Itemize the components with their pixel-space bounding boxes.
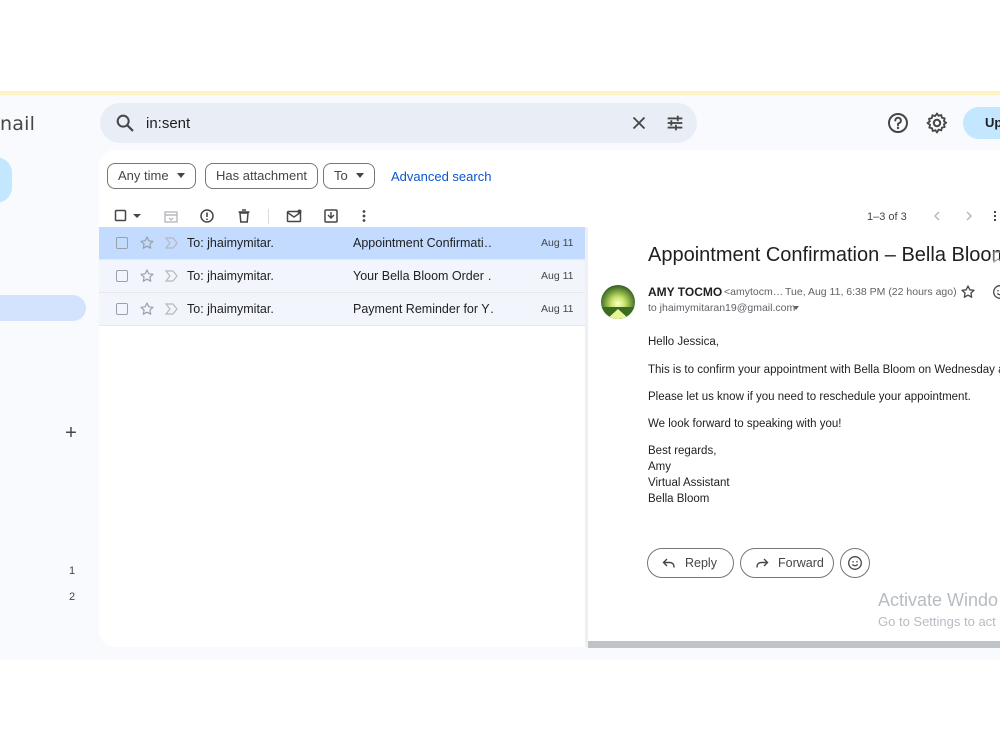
body-line: Amy [648, 461, 671, 473]
any-time-filter[interactable]: Any time [107, 163, 196, 189]
has-attachment-filter[interactable]: Has attachment [205, 163, 319, 189]
body-line: Virtual Assistant [648, 477, 730, 489]
row-checkbox[interactable] [116, 303, 128, 315]
email-row[interactable]: To: jhaimymitar. Your Bella Bloom Order … [99, 260, 585, 293]
chip-label: To [334, 168, 348, 183]
gmail-logo-text[interactable]: nail [0, 113, 35, 135]
reading-pane: Appointment Confirmation – Bella Bloom A… [588, 227, 1000, 647]
importance-marker-icon[interactable] [164, 236, 179, 250]
select-all-checkbox[interactable] [113, 207, 131, 225]
advanced-search-link[interactable]: Advanced search [391, 169, 491, 184]
email-sender: To: jhaimymitar. [187, 236, 274, 250]
sidebar-item-sent[interactable] [0, 295, 86, 321]
search-input[interactable] [146, 113, 606, 133]
horizontal-scrollbar[interactable] [588, 641, 1000, 648]
email-date: Aug 11 [541, 303, 574, 315]
screen: nail + 1 2 Up Any time Has attachment To… [0, 0, 1000, 750]
avatar[interactable] [601, 285, 635, 319]
clear-search-icon[interactable] [628, 112, 650, 134]
toolbar-divider [268, 209, 269, 224]
email-date: Aug 11 [541, 270, 574, 282]
body-line: Bella Bloom [648, 493, 710, 505]
email-list: To: jhaimymitar. Appointment Confirmati…… [99, 227, 585, 326]
to-filter[interactable]: To [323, 163, 375, 189]
report-spam-icon[interactable] [198, 207, 216, 225]
star-icon[interactable] [960, 284, 976, 300]
email-row[interactable]: To: jhaimymitar. Payment Reminder for Y…… [99, 293, 585, 326]
importance-marker-icon[interactable] [164, 269, 179, 283]
search-bar [100, 103, 697, 143]
body-line: Best regards, [648, 445, 717, 457]
more-options-icon[interactable] [355, 207, 373, 225]
help-icon[interactable] [886, 111, 910, 135]
chip-label: Any time [118, 168, 169, 183]
star-icon[interactable] [139, 301, 155, 317]
sidebar-count: 1 [68, 565, 76, 577]
search-icon[interactable] [114, 112, 136, 134]
chevron-down-icon [176, 173, 185, 179]
newer-chevron-left-icon[interactable] [928, 207, 946, 225]
body-line: Please let us know if you need to resche… [648, 391, 971, 403]
reply-icon [662, 558, 675, 568]
email-subject: Payment Reminder for Y… [353, 302, 493, 316]
gmail-window: nail + 1 2 Up Any time Has attachment To… [0, 95, 1000, 660]
search-options-icon[interactable] [664, 112, 686, 134]
show-details-chevron-icon[interactable] [793, 306, 799, 310]
email-sender: To: jhaimymitar. [187, 269, 274, 283]
add-label-icon[interactable]: + [63, 423, 79, 443]
move-to-icon[interactable] [322, 207, 340, 225]
sidebar-count: 2 [68, 591, 76, 603]
reply-button[interactable]: Reply [647, 548, 734, 578]
chip-label: Has attachment [216, 168, 308, 183]
compose-button[interactable] [0, 157, 12, 203]
forward-button[interactable]: Forward [740, 548, 834, 578]
label-icon[interactable] [993, 250, 1000, 264]
email-date: Aug 11 [541, 237, 574, 249]
message-subject: Appointment Confirmation – Bella Bloom [648, 244, 1000, 266]
star-icon[interactable] [139, 268, 155, 284]
main-panel: Any time Has attachment To Advanced sear… [99, 150, 1000, 647]
row-checkbox[interactable] [116, 270, 128, 282]
row-checkbox[interactable] [116, 237, 128, 249]
forward-label: Forward [778, 556, 824, 570]
emoji-reaction-button[interactable] [840, 548, 870, 578]
gear-icon[interactable] [925, 111, 949, 135]
body-line: We look forward to speaking with you! [648, 418, 842, 430]
importance-marker-icon[interactable] [164, 302, 179, 316]
sender-email: <amytocm… [724, 286, 782, 298]
activate-windows-title: Activate Windo [878, 590, 999, 610]
email-subject: Appointment Confirmati… [353, 236, 493, 250]
emoji-icon [848, 556, 862, 570]
sender-name[interactable]: AMY TOCMO [648, 285, 722, 299]
reply-label: Reply [685, 556, 717, 570]
mark-as-unread-icon[interactable] [285, 207, 303, 225]
message-timestamp: Tue, Aug 11, 6:38 PM (22 hours ago) [785, 286, 957, 298]
email-row[interactable]: To: jhaimymitar. Appointment Confirmati…… [99, 227, 585, 260]
chevron-down-icon [355, 173, 364, 179]
recipient-line: to jhaimymitaran19@gmail.com [648, 302, 796, 314]
delete-icon[interactable] [235, 207, 253, 225]
forward-icon [756, 558, 769, 568]
body-line: This is to confirm your appointment with… [648, 364, 1000, 376]
body-line: Hello Jessica, [648, 336, 719, 348]
activate-windows-subtitle: Go to Settings to act [878, 614, 996, 629]
email-sender: To: jhaimymitar. [187, 302, 274, 316]
star-icon[interactable] [139, 235, 155, 251]
older-chevron-right-icon[interactable] [960, 207, 978, 225]
add-reaction-icon[interactable] [992, 284, 1000, 300]
email-subject: Your Bella Bloom Order … [353, 269, 493, 283]
upgrade-button[interactable]: Up [963, 107, 1000, 139]
select-menu-chevron-icon[interactable] [132, 207, 142, 225]
archive-icon[interactable] [162, 207, 180, 225]
split-view-icon[interactable] [992, 207, 1000, 225]
page-range: 1–3 of 3 [867, 211, 907, 223]
